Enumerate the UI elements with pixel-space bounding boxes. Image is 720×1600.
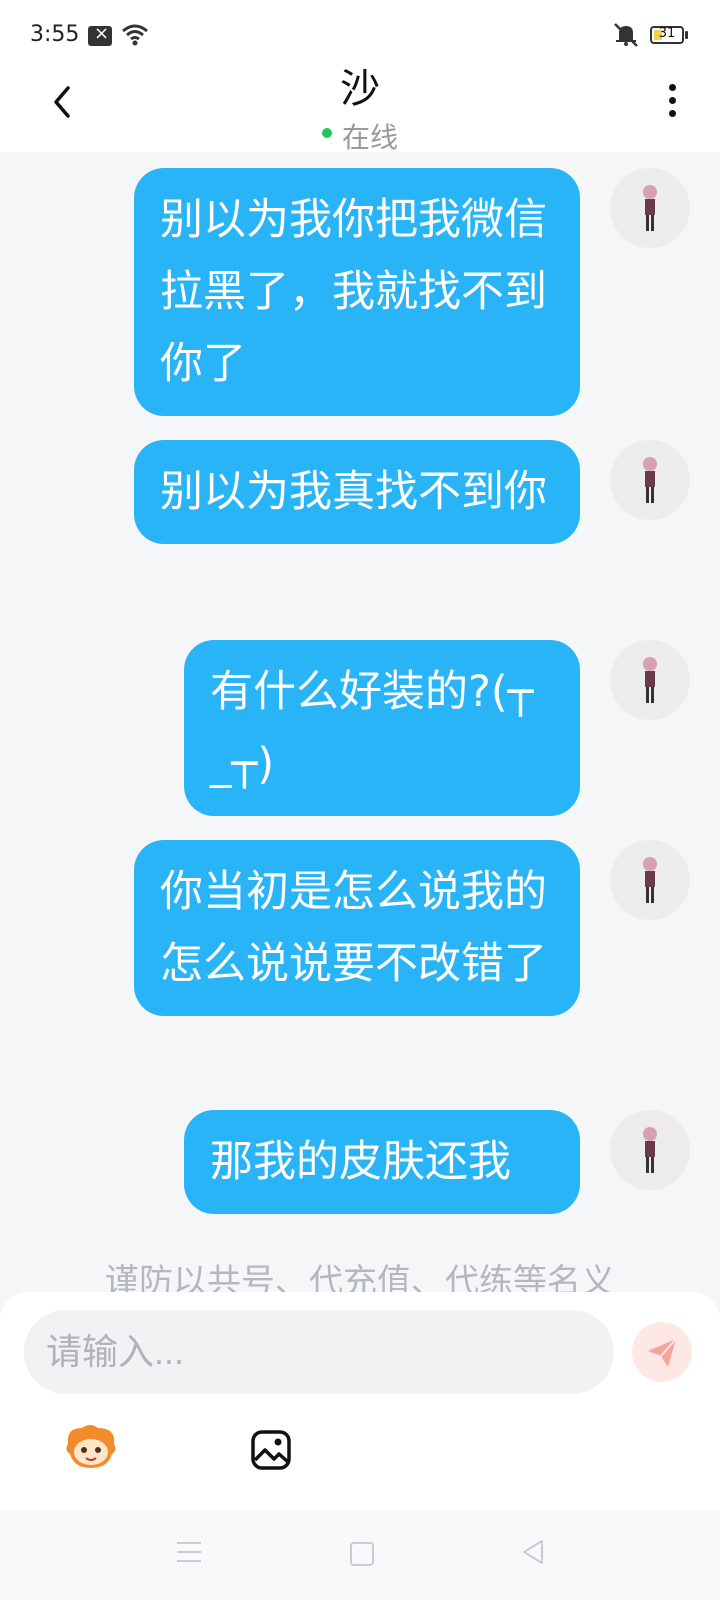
status-time: 3:55: [30, 22, 80, 47]
avatar[interactable]: [610, 640, 690, 720]
chat-header: 沙 在线: [0, 60, 720, 154]
status-bar: 3:55 31: [0, 0, 720, 60]
online-status: 在线: [0, 116, 720, 156]
image-icon[interactable]: [250, 1429, 292, 1471]
avatar[interactable]: [610, 440, 690, 520]
notification-icon: [88, 23, 112, 46]
more-icon[interactable]: [664, 84, 680, 124]
battery-cap: [685, 31, 688, 39]
avatar-figure-icon: [643, 657, 657, 703]
message-list: 别以为我你把我微信拉黑了，我就找不到你了 别以为我真找不到你 有什么好装的?(┬…: [0, 152, 720, 1292]
system-nav-bar: [0, 1510, 720, 1600]
home-icon[interactable]: [350, 1542, 374, 1566]
composer: [0, 1292, 720, 1510]
message-bubble[interactable]: 那我的皮肤还我: [184, 1110, 580, 1214]
page-title: 沙: [340, 66, 380, 112]
avatar-figure-icon: [643, 457, 657, 503]
avatar[interactable]: [610, 1110, 690, 1190]
battery-text: 31: [658, 26, 676, 41]
send-icon: [648, 1338, 677, 1367]
online-dot: [321, 128, 332, 138]
back-triangle-icon[interactable]: [520, 1538, 546, 1566]
mute-icon: [614, 23, 638, 47]
message-bubble[interactable]: 别以为我真找不到你: [134, 440, 580, 544]
wifi-icon: [122, 24, 148, 46]
safety-notice: 谨防以共号、代充值、代练等名义: [105, 1262, 615, 1292]
battery-icon: 31: [650, 26, 684, 44]
message-bubble[interactable]: 别以为我你把我微信拉黑了，我就找不到你了: [134, 168, 580, 416]
menu-icon[interactable]: [176, 1540, 202, 1564]
avatar[interactable]: [610, 168, 690, 248]
avatar-figure-icon: [643, 1127, 657, 1173]
message-bubble[interactable]: 你当初是怎么说我的怎么说说要不改错了: [134, 840, 580, 1016]
avatar[interactable]: [610, 840, 690, 920]
send-button[interactable]: [632, 1322, 692, 1382]
online-status-label: 在线: [341, 121, 398, 154]
avatar-figure-icon: [643, 185, 657, 231]
avatar-figure-icon: [643, 857, 657, 903]
emoji-icon[interactable]: [62, 1422, 120, 1472]
message-input[interactable]: [24, 1310, 614, 1394]
message-bubble[interactable]: 有什么好装的?(┬_┬): [184, 640, 580, 816]
